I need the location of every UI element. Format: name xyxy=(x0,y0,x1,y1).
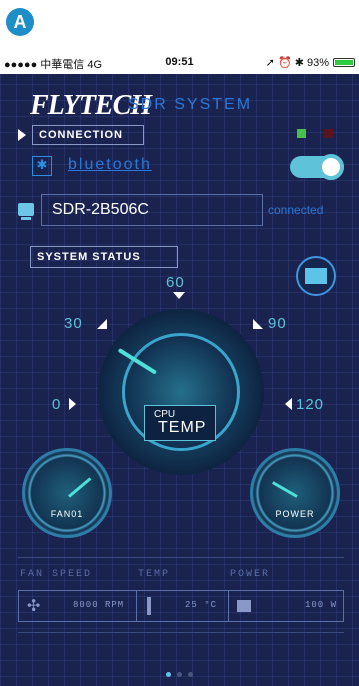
power-gauge: POWER xyxy=(250,448,340,538)
fan-gauge: FAN01 xyxy=(22,448,112,538)
status-bar: ●●●●● 中華電信 4G 09:51 ➚ ⏰ ✱ 93% xyxy=(0,52,359,74)
page-indicator[interactable] xyxy=(0,662,359,681)
page-dot[interactable] xyxy=(188,672,193,677)
bluetooth-toggle[interactable] xyxy=(290,154,344,180)
app-screen: ●●●●● 中華電信 4G 09:51 ➚ ⏰ ✱ 93% FLYTECH SD… xyxy=(0,52,359,686)
stat-header-temp: TEMP xyxy=(138,569,171,580)
bluetooth-link[interactable]: bluetooth xyxy=(68,156,152,174)
fan-icon: ✣ xyxy=(27,596,41,615)
gauge-label: TEMP xyxy=(158,419,207,436)
cpu-temp-gauge: CPU TEMP xyxy=(98,309,264,475)
device-status: connected xyxy=(268,203,324,217)
power-value: 100 W xyxy=(305,600,338,610)
temp-value: 25 °C xyxy=(185,600,218,610)
gauge-tick-30: 30 xyxy=(64,315,83,332)
divider xyxy=(18,632,344,633)
envelope-icon xyxy=(305,268,327,284)
annotation-badge: A xyxy=(6,8,34,36)
stat-header-fan: FAN SPEED xyxy=(20,569,93,580)
power-gauge-label: POWER xyxy=(275,509,315,519)
fan-speed-value: 8000 RPM xyxy=(73,600,125,610)
status-icons: ➚ ⏰ ✱ 93% xyxy=(266,56,355,69)
bluetooth-icon: ✱ xyxy=(32,156,52,176)
gauge-tick-90: 90 xyxy=(268,315,287,332)
connection-header[interactable]: CONNECTION xyxy=(32,125,144,145)
tick-marker-icon xyxy=(97,319,107,329)
power-gauge-needle xyxy=(272,481,298,498)
gauge-tick-120: 120 xyxy=(296,396,325,413)
toggle-knob xyxy=(318,154,344,180)
stat-cell-temp: 25 °C xyxy=(137,591,229,621)
status-indicator-red xyxy=(324,129,333,138)
fan-gauge-label: FAN01 xyxy=(50,509,84,519)
gauge-tick-60: 60 xyxy=(166,274,185,291)
app-subtitle: SDR SYSTEM xyxy=(128,96,253,113)
page-dot[interactable] xyxy=(177,672,182,677)
fan-gauge-needle xyxy=(68,477,92,498)
computer-icon xyxy=(18,203,34,220)
tick-marker-icon xyxy=(285,398,292,410)
divider xyxy=(18,557,344,558)
gauge-tick-0: 0 xyxy=(52,396,62,413)
stats-panel: ✣ 8000 RPM 25 °C 100 W xyxy=(18,590,344,622)
tick-marker-icon xyxy=(69,398,76,410)
status-icons-text: ➚ ⏰ ✱ 93% xyxy=(265,57,329,69)
device-name-field[interactable]: SDR-2B506C xyxy=(41,194,263,226)
status-indicator-green xyxy=(297,129,306,138)
battery-outline-icon xyxy=(237,600,251,612)
thermometer-icon xyxy=(147,597,151,615)
system-status-header: SYSTEM STATUS xyxy=(30,246,178,268)
stat-header-power: POWER xyxy=(230,569,271,580)
tick-marker-icon xyxy=(253,319,263,329)
stat-cell-fan: ✣ 8000 RPM xyxy=(19,591,137,621)
page-dot[interactable] xyxy=(166,672,171,677)
tick-marker-icon xyxy=(173,292,185,299)
expand-arrow-icon[interactable] xyxy=(18,129,26,141)
stat-cell-power: 100 W xyxy=(229,591,345,621)
mail-button[interactable] xyxy=(296,256,336,296)
battery-icon xyxy=(333,58,355,67)
